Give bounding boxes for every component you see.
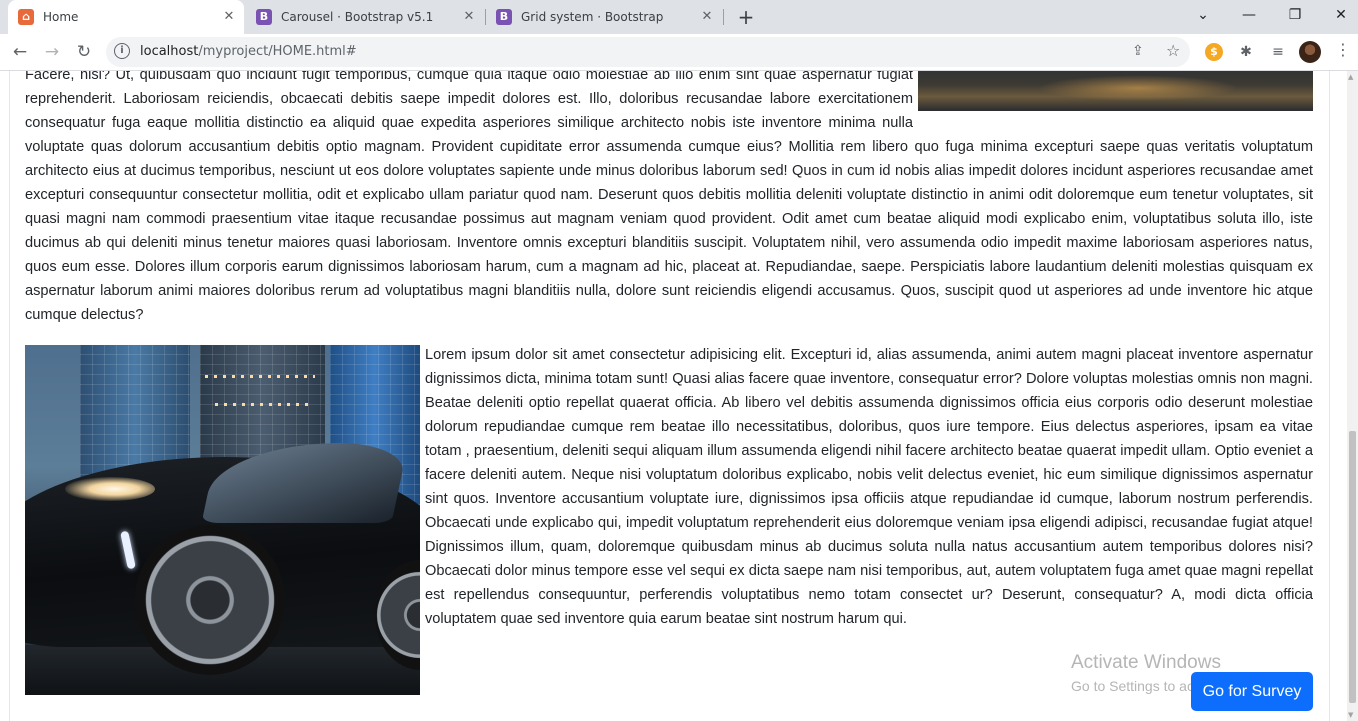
site-info-icon[interactable]: i bbox=[114, 43, 130, 59]
tab-search-icon[interactable]: ⌄ bbox=[1180, 0, 1226, 30]
address-bar[interactable]: i localhost/myproject/HOME.html# ⇪ ☆ bbox=[106, 37, 1190, 67]
tab-close-icon[interactable]: ✕ bbox=[460, 8, 478, 26]
forward-button[interactable]: → bbox=[38, 38, 66, 66]
browser-menu-icon[interactable]: ⋮ bbox=[1335, 40, 1351, 59]
url-host: localhost bbox=[140, 44, 199, 59]
second-paragraph: Lorem ipsum dolor sit amet consectetur a… bbox=[425, 347, 1313, 627]
top-paragraph-block: Facere, nisi? Ut, quibusdam quo incidunt… bbox=[25, 71, 1313, 327]
page-scrollbar[interactable]: ▲ ▼ bbox=[1347, 71, 1358, 721]
close-window-button[interactable]: ✕ bbox=[1318, 0, 1358, 30]
scroll-up-icon[interactable]: ▲ bbox=[1348, 73, 1353, 81]
bootstrap-favicon-icon: B bbox=[256, 9, 272, 25]
address-url[interactable]: localhost/myproject/HOME.html# bbox=[140, 44, 357, 59]
tab-close-icon[interactable]: ✕ bbox=[698, 8, 716, 26]
restore-button[interactable]: ❐ bbox=[1272, 0, 1318, 30]
new-tab-button[interactable]: + bbox=[734, 5, 758, 29]
tab-close-icon[interactable]: ✕ bbox=[220, 8, 238, 26]
share-icon[interactable]: ⇪ bbox=[1132, 43, 1144, 59]
tab-home[interactable]: ⌂ Home ✕ bbox=[8, 0, 244, 34]
tab-separator bbox=[723, 9, 724, 25]
tab-grid-bootstrap[interactable]: B Grid system · Bootstrap ✕ bbox=[486, 0, 722, 34]
browser-toolbar: ← → ↻ i localhost/myproject/HOME.html# ⇪… bbox=[0, 34, 1358, 71]
tab-title: Home bbox=[43, 10, 79, 24]
browser-tab-strip: ⌂ Home ✕ B Carousel · Bootstrap v5.1 ✕ B… bbox=[0, 0, 1358, 34]
scrollbar-thumb[interactable] bbox=[1349, 431, 1356, 703]
car-photo bbox=[25, 345, 420, 695]
tab-carousel-bootstrap[interactable]: B Carousel · Bootstrap v5.1 ✕ bbox=[246, 0, 484, 34]
bookmark-star-icon[interactable]: ☆ bbox=[1166, 41, 1180, 60]
media-control-icon[interactable]: ≡ bbox=[1268, 42, 1288, 62]
bootstrap-favicon-icon: B bbox=[496, 9, 512, 25]
minimize-button[interactable]: — bbox=[1226, 0, 1272, 30]
container-border-left bbox=[9, 71, 10, 721]
profile-avatar[interactable] bbox=[1299, 41, 1321, 63]
extension-coin-icon[interactable]: $ bbox=[1205, 43, 1223, 61]
container-border-right bbox=[1329, 71, 1330, 721]
extensions-puzzle-icon[interactable]: ✱ bbox=[1236, 42, 1256, 62]
scroll-down-icon[interactable]: ▼ bbox=[1348, 711, 1353, 719]
reload-button[interactable]: ↻ bbox=[70, 38, 98, 66]
url-path: /myproject/HOME.html# bbox=[198, 44, 357, 59]
top-photo bbox=[918, 71, 1313, 111]
watermark-line-1: Activate Windows bbox=[1071, 652, 1221, 673]
tab-title: Grid system · Bootstrap bbox=[521, 10, 664, 24]
go-for-survey-button[interactable]: Go for Survey bbox=[1191, 672, 1313, 711]
home-favicon-icon: ⌂ bbox=[18, 9, 34, 25]
back-button[interactable]: ← bbox=[6, 38, 34, 66]
tab-title: Carousel · Bootstrap v5.1 bbox=[281, 10, 434, 24]
page-viewport: Facere, nisi? Ut, quibusdam quo incidunt… bbox=[0, 71, 1347, 721]
